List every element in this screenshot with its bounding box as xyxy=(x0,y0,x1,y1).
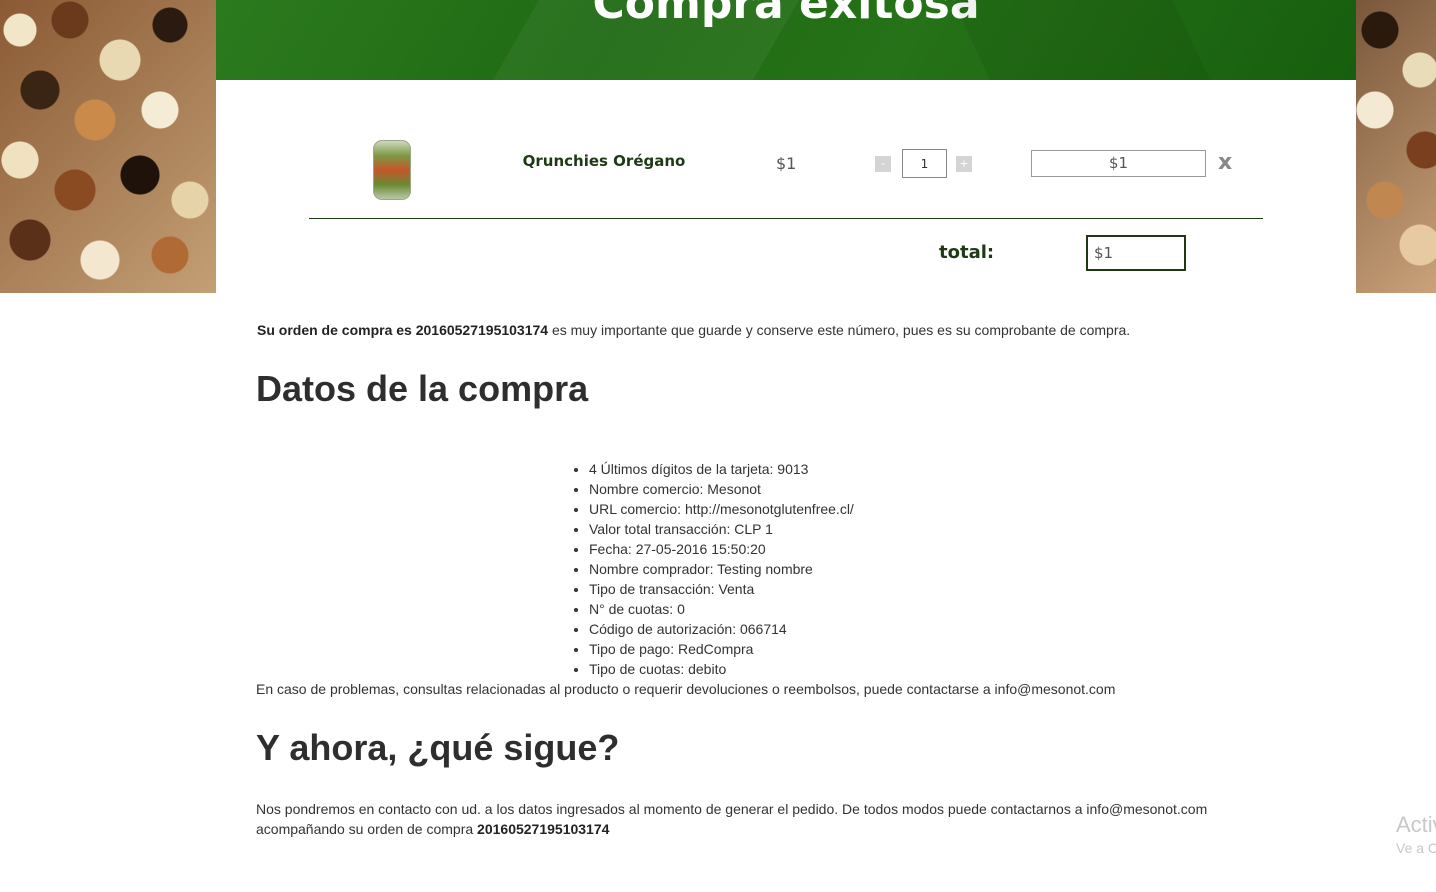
list-item: Tipo de pago: RedCompra xyxy=(589,639,854,659)
purchase-details-list: 4 Últimos dígitos de la tarjeta: 9013 No… xyxy=(589,459,854,679)
header-banner: Compra exitosa xyxy=(216,0,1356,80)
order-notice-text: es muy importante que guarde y conserve … xyxy=(548,322,1131,338)
increase-quantity-button[interactable]: + xyxy=(956,156,972,172)
list-item: Nombre comercio: Mesonot xyxy=(589,479,854,499)
total-field: $1 xyxy=(1086,235,1186,271)
list-item: Nombre comprador: Testing nombre xyxy=(589,559,854,579)
decrease-quantity-button[interactable]: - xyxy=(875,156,891,172)
product-image xyxy=(373,140,411,200)
support-notice: En caso de problemas, consultas relacion… xyxy=(256,681,1116,697)
list-item: N° de cuotas: 0 xyxy=(589,599,854,619)
list-item: Código de autorización: 066714 xyxy=(589,619,854,639)
total-label: total: xyxy=(939,242,995,263)
quantity-input[interactable] xyxy=(902,149,947,178)
page-container: Compra exitosa Qrunchies Orégano $1 - + … xyxy=(216,0,1356,892)
purchase-data-heading: Datos de la compra xyxy=(256,368,589,409)
remove-item-button[interactable]: x xyxy=(1218,150,1232,175)
list-item: Tipo de cuotas: debito xyxy=(589,659,854,679)
order-number: Su orden de compra es 20160527195103174 xyxy=(257,322,549,338)
activation-watermark: Activ xyxy=(1396,812,1436,837)
unit-price: $1 xyxy=(776,154,797,173)
activation-watermark-subtitle: Ve a C xyxy=(1396,840,1436,856)
list-item: Tipo de transacción: Venta xyxy=(589,579,854,599)
cart-divider xyxy=(309,218,1263,219)
page-title: Compra exitosa xyxy=(592,0,980,29)
product-name: Qrunchies Orégano xyxy=(522,152,686,170)
list-item: Fecha: 27-05-2016 15:50:20 xyxy=(589,539,854,559)
next-steps-text: Nos pondremos en contacto con ud. a los … xyxy=(256,799,1256,839)
subtotal-field: $1 xyxy=(1031,150,1206,177)
list-item: URL comercio: http://mesonotglutenfree.c… xyxy=(589,499,854,519)
order-number-notice: Su orden de compra es 20160527195103174 … xyxy=(257,322,1130,338)
list-item: 4 Últimos dígitos de la tarjeta: 9013 xyxy=(589,459,854,479)
next-steps-heading: Y ahora, ¿qué sigue? xyxy=(256,727,620,768)
list-item: Valor total transacción: CLP 1 xyxy=(589,519,854,539)
next-steps-body: Nos pondremos en contacto con ud. a los … xyxy=(256,801,1208,837)
next-steps-order-number: 20160527195103174 xyxy=(477,821,610,837)
